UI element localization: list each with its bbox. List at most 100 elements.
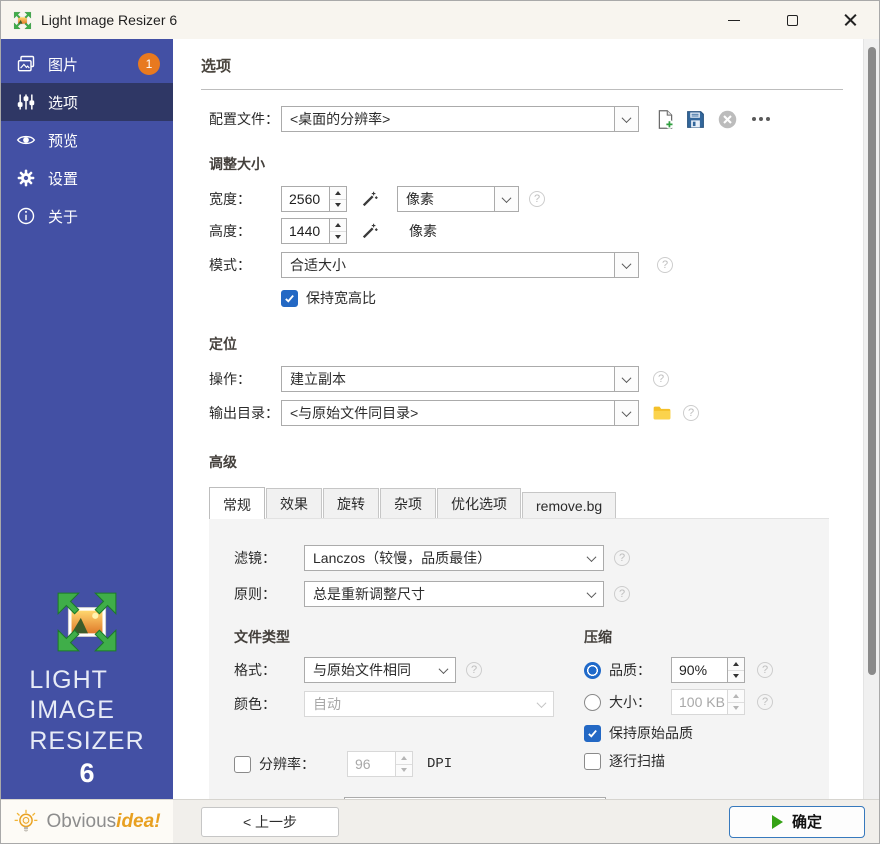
sidebar-item-settings[interactable]: 设置: [1, 159, 173, 197]
mode-label: 模式：: [209, 255, 281, 275]
sidebar-item-preview[interactable]: 预览: [1, 121, 173, 159]
back-button[interactable]: < 上一步: [201, 807, 339, 837]
height-input[interactable]: [282, 219, 329, 243]
quality-input[interactable]: [672, 658, 727, 682]
advanced-tabs: 常规 效果 旋转 杂项 优化选项 remove.bg: [209, 486, 843, 518]
play-icon: [772, 815, 783, 829]
sidebar-item-images[interactable]: 图片 1: [1, 45, 173, 83]
output-dir-combobox[interactable]: <与原始文件同目录>: [281, 400, 639, 426]
size-radio[interactable]: [584, 694, 601, 711]
policy-help-icon[interactable]: ?: [614, 586, 630, 602]
chevron-down-icon[interactable]: [614, 401, 638, 425]
tab-misc[interactable]: 杂项: [380, 488, 436, 518]
height-label: 高度：: [209, 221, 281, 241]
action-combobox[interactable]: 建立副本: [281, 366, 639, 392]
tab-removebg[interactable]: remove.bg: [522, 492, 616, 518]
spin-up-icon[interactable]: [728, 658, 744, 670]
resolution-input: [348, 752, 395, 776]
quality-row: 品质： ?: [584, 657, 829, 683]
width-spinner[interactable]: [281, 186, 347, 212]
format-combobox[interactable]: 与原始文件相同: [304, 657, 456, 683]
policy-combobox[interactable]: 总是重新调整尺寸: [304, 581, 604, 607]
width-input[interactable]: [282, 187, 329, 211]
sidebar-item-options[interactable]: 选项: [1, 83, 173, 121]
quality-help-icon[interactable]: ?: [757, 662, 773, 678]
profile-row: 配置文件： <桌面的分辨率>: [209, 106, 843, 132]
size-help-icon[interactable]: ?: [757, 694, 773, 710]
action-help-icon[interactable]: ?: [653, 371, 669, 387]
mode-help-icon[interactable]: ?: [657, 257, 673, 273]
spin-up-icon[interactable]: [330, 187, 346, 199]
delete-profile-button-disabled: [715, 107, 739, 131]
filter-help-icon[interactable]: ?: [614, 550, 630, 566]
output-dir-help-icon[interactable]: ?: [683, 405, 699, 421]
quality-radio[interactable]: [584, 662, 601, 679]
filter-combobox[interactable]: Lanczos（较慢，品质最佳）: [304, 545, 604, 571]
save-profile-button[interactable]: [683, 107, 707, 131]
progressive-label: 逐行扫描: [609, 751, 665, 771]
logo-word: LIGHT: [29, 665, 144, 696]
height-wand-button[interactable]: [358, 219, 382, 243]
spin-up-icon[interactable]: [330, 219, 346, 231]
minimize-button[interactable]: [705, 1, 763, 39]
options-page: 选项 配置文件： <桌面的分辨率>: [173, 39, 879, 799]
tab-general[interactable]: 常规: [209, 487, 265, 519]
chevron-down-icon[interactable]: [579, 582, 603, 606]
chevron-down-icon[interactable]: [431, 658, 455, 682]
main-area: 选项 配置文件： <桌面的分辨率>: [173, 39, 879, 843]
template-combobox[interactable]: %F (复制): [344, 797, 606, 799]
browse-folder-button[interactable]: [650, 401, 674, 425]
more-options-button[interactable]: [752, 117, 770, 121]
progressive-checkbox[interactable]: [584, 753, 601, 770]
spin-down-icon[interactable]: [330, 199, 346, 212]
sidebar-item-about[interactable]: 关于: [1, 197, 173, 235]
page-title: 选项: [201, 55, 843, 76]
window-controls: [705, 1, 879, 39]
profile-combobox[interactable]: <桌面的分辨率>: [281, 106, 639, 132]
size-spinner-disabled: [671, 689, 745, 715]
width-help-icon[interactable]: ?: [529, 191, 545, 207]
scrollbar-thumb[interactable]: [868, 47, 876, 675]
height-spinner[interactable]: [281, 218, 347, 244]
maximize-button[interactable]: [763, 1, 821, 39]
chevron-down-icon[interactable]: [579, 546, 603, 570]
keep-quality-row: 保持原始品质: [584, 723, 829, 743]
maximize-icon: [787, 15, 798, 26]
filetype-header: 文件类型: [234, 627, 584, 647]
chevron-down-icon[interactable]: [614, 367, 638, 391]
quality-spinner[interactable]: [671, 657, 745, 683]
chevron-down-icon[interactable]: [581, 798, 605, 799]
size-label: 大小：: [609, 692, 671, 712]
new-profile-button[interactable]: [653, 107, 677, 131]
chevron-down-icon[interactable]: [614, 253, 638, 277]
sidebar-item-label: 图片: [48, 54, 78, 75]
resize-section-header: 调整大小: [209, 154, 843, 174]
unit-combobox[interactable]: 像素: [397, 186, 519, 212]
obviousidea-logo[interactable]: Obviousidea!: [1, 799, 173, 843]
keep-quality-checkbox[interactable]: [584, 725, 601, 742]
spin-down-icon[interactable]: [330, 231, 346, 244]
resolution-checkbox[interactable]: [234, 756, 251, 773]
destination-section-header: 定位: [209, 334, 843, 354]
vertical-scrollbar[interactable]: [863, 39, 879, 799]
gear-icon: [15, 167, 37, 189]
tab-rotate[interactable]: 旋转: [323, 488, 379, 518]
spin-down-icon[interactable]: [728, 670, 744, 683]
format-help-icon[interactable]: ?: [466, 662, 482, 678]
chevron-down-icon: [529, 692, 553, 716]
keep-quality-label: 保持原始品质: [609, 723, 693, 743]
brand-text: Obviousidea!: [46, 811, 160, 833]
width-wand-button[interactable]: [358, 187, 382, 211]
keep-ratio-checkbox[interactable]: [281, 290, 298, 307]
chevron-down-icon[interactable]: [494, 187, 518, 211]
close-button[interactable]: [821, 1, 879, 39]
chevron-down-icon[interactable]: [614, 107, 638, 131]
app-window: Light Image Resizer 6 图片 1: [0, 0, 880, 844]
tab-optimization[interactable]: 优化选项: [437, 488, 521, 518]
tab-effects[interactable]: 效果: [266, 488, 322, 518]
footer-bar: < 上一步 确定: [173, 799, 879, 843]
ok-button[interactable]: 确定: [729, 806, 865, 838]
keep-ratio-label: 保持宽高比: [306, 288, 376, 308]
app-logo-icon: [13, 11, 32, 30]
mode-combobox[interactable]: 合适大小: [281, 252, 639, 278]
